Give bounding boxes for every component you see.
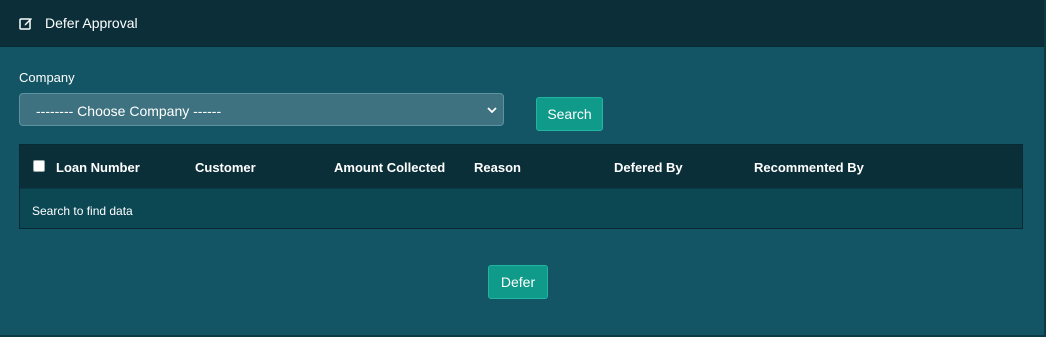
column-header-loan-number[interactable]: Loan Number — [56, 160, 140, 175]
table-row: Search to find data — [20, 188, 1022, 229]
edit-icon — [19, 18, 32, 30]
company-select[interactable]: -------- Choose Company ------ — [19, 93, 504, 126]
defer-approval-panel: Defer Approval Company -------- Choose C… — [0, 0, 1046, 337]
defer-button[interactable]: Defer — [488, 265, 548, 299]
column-header-reason[interactable]: Reason — [474, 160, 521, 175]
column-header-recommented-by[interactable]: Recommented By — [754, 160, 864, 175]
company-label: Company — [19, 70, 75, 85]
table-header: Loan Number Customer Amount Collected Re… — [20, 145, 1022, 188]
chevron-down-icon — [487, 107, 497, 114]
company-select-value: -------- Choose Company ------ — [36, 103, 222, 119]
empty-table-message: Search to find data — [32, 204, 133, 218]
panel-header: Defer Approval — [0, 0, 1044, 47]
deferrals-table: Loan Number Customer Amount Collected Re… — [19, 144, 1023, 229]
search-button[interactable]: Search — [536, 97, 603, 131]
column-header-defered-by[interactable]: Defered By — [614, 160, 683, 175]
column-header-amount-collected[interactable]: Amount Collected — [334, 160, 445, 175]
column-header-customer[interactable]: Customer — [195, 160, 256, 175]
page-title: Defer Approval — [45, 15, 138, 31]
select-all-checkbox[interactable] — [33, 160, 45, 172]
